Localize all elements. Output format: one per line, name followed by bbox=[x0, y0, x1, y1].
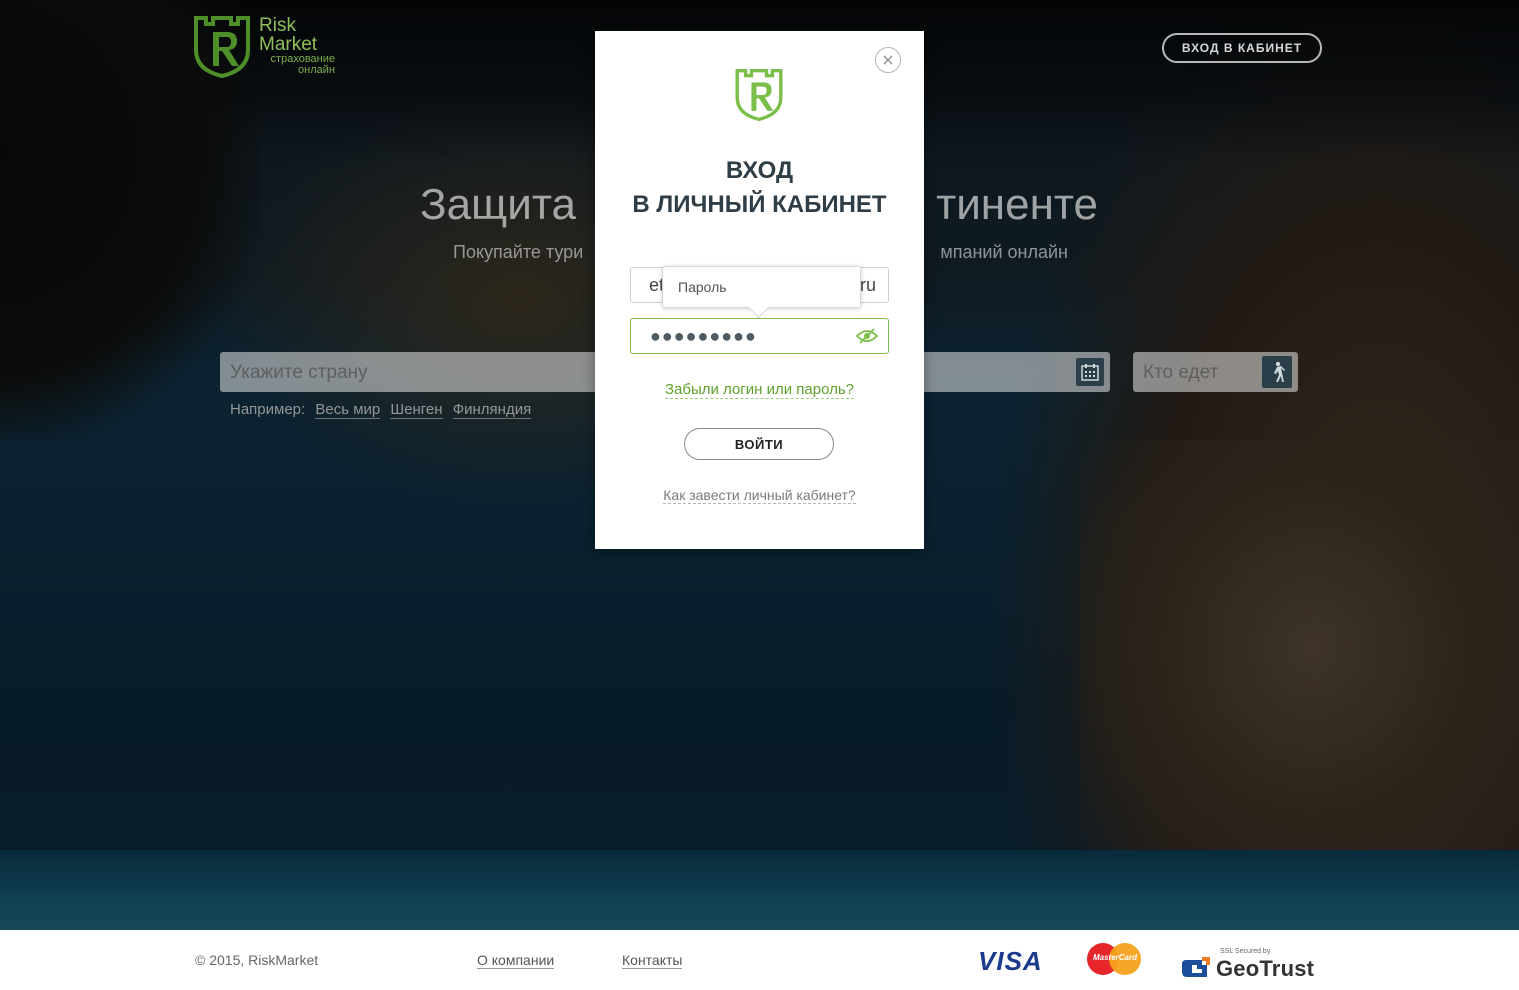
examples-label: Например: bbox=[230, 401, 306, 418]
castle-r-logo-icon bbox=[735, 69, 783, 121]
country-placeholder: Укажите страну bbox=[230, 362, 368, 383]
password-input[interactable]: ●●●●●●●●● bbox=[630, 318, 889, 354]
castle-r-logo-icon bbox=[194, 16, 250, 78]
visa-text: VISA bbox=[978, 946, 1043, 976]
modal-title: ВХОД В ЛИЧНЫЙ КАБИНЕТ bbox=[595, 154, 924, 222]
hero-subtitle-left: Покупайте тури bbox=[453, 242, 584, 262]
country-input[interactable]: Укажите страну bbox=[220, 352, 620, 392]
hide-password-icon[interactable] bbox=[856, 328, 878, 344]
calendar-icon bbox=[1081, 364, 1099, 381]
geotrust-small-text: SSL Secured by bbox=[1220, 948, 1271, 955]
password-tooltip: Пароль bbox=[662, 266, 861, 319]
password-value: ●●●●●●●●● bbox=[650, 326, 757, 346]
walking-person-icon bbox=[1274, 361, 1285, 382]
logo-name: Risk Market bbox=[259, 16, 317, 54]
riskmarket-logo[interactable]: Risk Market страхование онлайн bbox=[193, 16, 343, 78]
tooltip-arrow bbox=[747, 296, 770, 319]
modal-title-line2: В ЛИЧНЫЙ КАБИНЕТ bbox=[632, 191, 887, 218]
calendar-button[interactable] bbox=[1076, 358, 1104, 386]
geotrust-text: GeoTrust bbox=[1216, 956, 1315, 981]
close-button[interactable] bbox=[875, 47, 901, 73]
geotrust-icon bbox=[1182, 957, 1210, 977]
hero-title-left: Защита bbox=[420, 180, 576, 229]
modal-title-line1: ВХОД bbox=[725, 157, 794, 184]
howto-link-text: Как завести личный кабинет? bbox=[663, 487, 856, 504]
example-link-schengen[interactable]: Шенген bbox=[390, 401, 443, 419]
logo-tagline: страхование онлайн bbox=[255, 54, 335, 76]
travelers-button[interactable] bbox=[1262, 356, 1292, 388]
login-modal: ВХОД В ЛИЧНЫЙ КАБИНЕТ et ru Пароль ●●●●●… bbox=[595, 31, 924, 549]
logo-name-line2: Market bbox=[259, 34, 318, 55]
password-tooltip-text: Пароль bbox=[678, 279, 727, 295]
visa-logo: VISA bbox=[978, 946, 1043, 977]
forgot-link-text: Забыли логин или пароль? bbox=[664, 381, 855, 399]
how-to-register-link[interactable]: Как завести личный кабинет? bbox=[595, 487, 924, 505]
login-value-end: ru bbox=[859, 275, 876, 295]
logo-tagline-line2: онлайн bbox=[298, 64, 335, 76]
submit-login-button[interactable]: ВОЙТИ bbox=[684, 428, 834, 460]
close-icon bbox=[883, 55, 893, 65]
hero-title-right: тиненте bbox=[936, 180, 1098, 229]
copyright: © 2015, RiskMarket bbox=[195, 952, 319, 968]
mastercard-logo: MasterCard bbox=[1085, 941, 1145, 977]
travelers-input[interactable]: Кто едет bbox=[1133, 352, 1298, 392]
forgot-credentials-link[interactable]: Забыли логин или пароль? bbox=[595, 381, 924, 399]
mastercard-text: MasterCard bbox=[1092, 953, 1137, 962]
footer: © 2015, RiskMarket О компании Контакты V… bbox=[0, 930, 1519, 990]
footer-link-contacts[interactable]: Контакты bbox=[622, 952, 683, 969]
cabinet-login-button[interactable]: ВХОД В КАБИНЕТ bbox=[1162, 33, 1322, 63]
example-link-finland[interactable]: Финляндия bbox=[452, 401, 532, 419]
hero-subtitle-right: мпаний онлайн bbox=[940, 242, 1068, 262]
country-examples: Например: Весь мир Шенген Финляндия bbox=[230, 401, 532, 419]
geotrust-logo[interactable]: SSL Secured by GeoTrust bbox=[1182, 944, 1322, 984]
travelers-placeholder: Кто едет bbox=[1143, 362, 1219, 383]
logo-name-line1: Risk bbox=[259, 15, 296, 36]
example-link-world[interactable]: Весь мир bbox=[315, 401, 381, 419]
dates-input[interactable] bbox=[920, 352, 1110, 392]
footer-link-about[interactable]: О компании bbox=[477, 952, 555, 969]
